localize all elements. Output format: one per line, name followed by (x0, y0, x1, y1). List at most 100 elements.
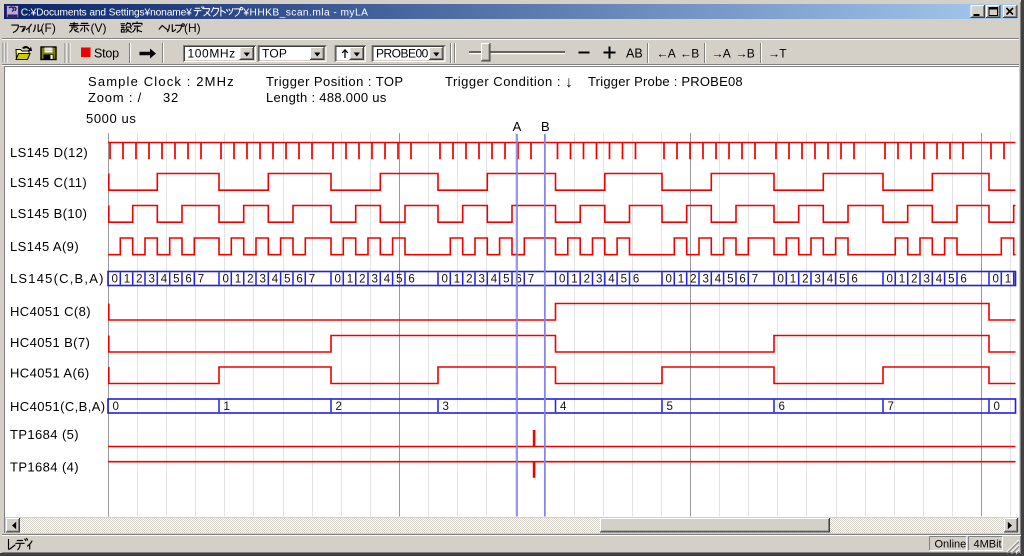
svg-text:7: 7 (528, 274, 534, 286)
svg-text:HC4051 C(8): HC4051 C(8) (10, 304, 91, 319)
svg-text:→B: →B (736, 46, 755, 60)
svg-text:2: 2 (690, 274, 696, 286)
svg-text:5: 5 (839, 274, 845, 286)
svg-text:B: B (541, 119, 550, 134)
svg-text:4: 4 (560, 401, 567, 413)
svg-text:Online: Online (935, 539, 967, 551)
svg-text:6: 6 (739, 274, 745, 286)
svg-text:2: 2 (359, 274, 365, 286)
svg-text:4: 4 (936, 274, 943, 286)
svg-text:4: 4 (491, 274, 498, 286)
svg-text:C:¥Documents and Settings¥nona: C:¥Documents and Settings¥noname¥ (21, 7, 192, 18)
svg-text:Length : 488.000 us: Length : 488.000 us (266, 90, 387, 105)
svg-text:0: 0 (994, 401, 1000, 413)
svg-text:HC4051(C,B,A): HC4051(C,B,A) (10, 399, 106, 414)
svg-text:HC4051 B(7): HC4051 B(7) (10, 335, 90, 350)
svg-text:Zoom : /: Zoom : / (88, 90, 142, 105)
svg-text:3: 3 (814, 274, 820, 286)
svg-text:1: 1 (899, 274, 905, 286)
svg-text:Trigger Condition :: Trigger Condition : (445, 74, 561, 89)
svg-text:0: 0 (111, 274, 117, 286)
svg-text:4: 4 (827, 274, 834, 286)
svg-text:1: 1 (454, 274, 460, 286)
svg-text:6: 6 (633, 274, 639, 286)
svg-text:5: 5 (284, 274, 290, 286)
svg-text:3: 3 (596, 274, 602, 286)
svg-text:0: 0 (886, 274, 892, 286)
svg-text:0: 0 (113, 401, 119, 413)
svg-text:Trigger Position : TOP: Trigger Position : TOP (266, 74, 404, 89)
svg-text:LS145(C,B,A): LS145(C,B,A) (10, 271, 105, 286)
svg-text:1: 1 (224, 401, 230, 413)
svg-text:Stop: Stop (94, 47, 119, 61)
svg-text:(H): (H) (184, 21, 201, 35)
svg-text:3: 3 (148, 274, 154, 286)
svg-text:100MHz: 100MHz (188, 47, 236, 61)
svg-text:5000 us: 5000 us (86, 111, 136, 126)
svg-text:0: 0 (992, 274, 998, 286)
svg-text:1: 1 (571, 274, 577, 286)
svg-text:¥HHKB_scan.mla - myLA: ¥HHKB_scan.mla - myLA (242, 7, 368, 18)
svg-text:→T: →T (768, 46, 787, 60)
svg-text:4: 4 (272, 274, 279, 286)
svg-text:6: 6 (960, 274, 966, 286)
svg-text:0: 0 (665, 274, 671, 286)
svg-text:1: 1 (124, 274, 130, 286)
svg-text:5: 5 (727, 274, 733, 286)
svg-text:1: 1 (790, 274, 796, 286)
svg-text:32: 32 (163, 90, 179, 105)
svg-text:5: 5 (621, 274, 627, 286)
svg-text:2: 2 (136, 274, 142, 286)
svg-text:(V): (V) (91, 21, 107, 35)
svg-text:TOP: TOP (262, 47, 287, 61)
svg-text:4: 4 (161, 274, 168, 286)
svg-text:AB: AB (626, 46, 643, 60)
svg-text:6: 6 (296, 274, 302, 286)
svg-text:1: 1 (347, 274, 353, 286)
svg-text:3: 3 (923, 274, 929, 286)
svg-text:↓: ↓ (565, 74, 573, 91)
svg-text:→A: →A (712, 46, 731, 60)
svg-text:3: 3 (371, 274, 377, 286)
svg-text:4: 4 (384, 274, 391, 286)
svg-text:3: 3 (443, 401, 449, 413)
svg-text:6: 6 (779, 401, 785, 413)
svg-text:6: 6 (408, 274, 414, 286)
svg-text:Sample Clock : 2MHz: Sample Clock : 2MHz (88, 74, 235, 89)
svg-text:6: 6 (851, 274, 857, 286)
svg-text:5: 5 (173, 274, 179, 286)
svg-text:4MBit: 4MBit (974, 539, 1002, 551)
svg-text:1: 1 (678, 274, 684, 286)
svg-text:5: 5 (396, 274, 402, 286)
svg-text:0: 0 (222, 274, 228, 286)
svg-text:HC4051 A(6): HC4051 A(6) (10, 366, 90, 381)
svg-text:LS145 C(11): LS145 C(11) (10, 175, 87, 190)
svg-text:PROBE00: PROBE00 (376, 47, 429, 61)
svg-text:6: 6 (185, 274, 191, 286)
svg-text:7: 7 (309, 274, 315, 286)
svg-text:2: 2 (466, 274, 472, 286)
svg-text:←A: ←A (657, 46, 676, 60)
svg-text:0: 0 (559, 274, 565, 286)
svg-text:A: A (513, 119, 522, 134)
svg-text:3: 3 (259, 274, 265, 286)
svg-text:2: 2 (247, 274, 253, 286)
svg-text:LS145 A(9): LS145 A(9) (10, 239, 79, 254)
svg-text:4: 4 (715, 274, 722, 286)
svg-text:5: 5 (948, 274, 954, 286)
svg-text:0: 0 (777, 274, 783, 286)
svg-text:2: 2 (336, 401, 342, 413)
svg-text:0: 0 (441, 274, 447, 286)
svg-text:1: 1 (1005, 274, 1011, 286)
svg-text:7: 7 (752, 274, 758, 286)
svg-text:7: 7 (198, 274, 204, 286)
svg-text:TP1684 (5): TP1684 (5) (10, 427, 79, 442)
svg-text:←B: ←B (680, 46, 699, 60)
svg-text:4: 4 (608, 274, 615, 286)
svg-text:TP1684 (4): TP1684 (4) (10, 460, 79, 475)
svg-text:2: 2 (911, 274, 917, 286)
svg-text:2: 2 (802, 274, 808, 286)
svg-text:LS145 B(10): LS145 B(10) (10, 206, 87, 221)
svg-text:LS145 D(12): LS145 D(12) (10, 145, 88, 160)
svg-text:2: 2 (584, 274, 590, 286)
